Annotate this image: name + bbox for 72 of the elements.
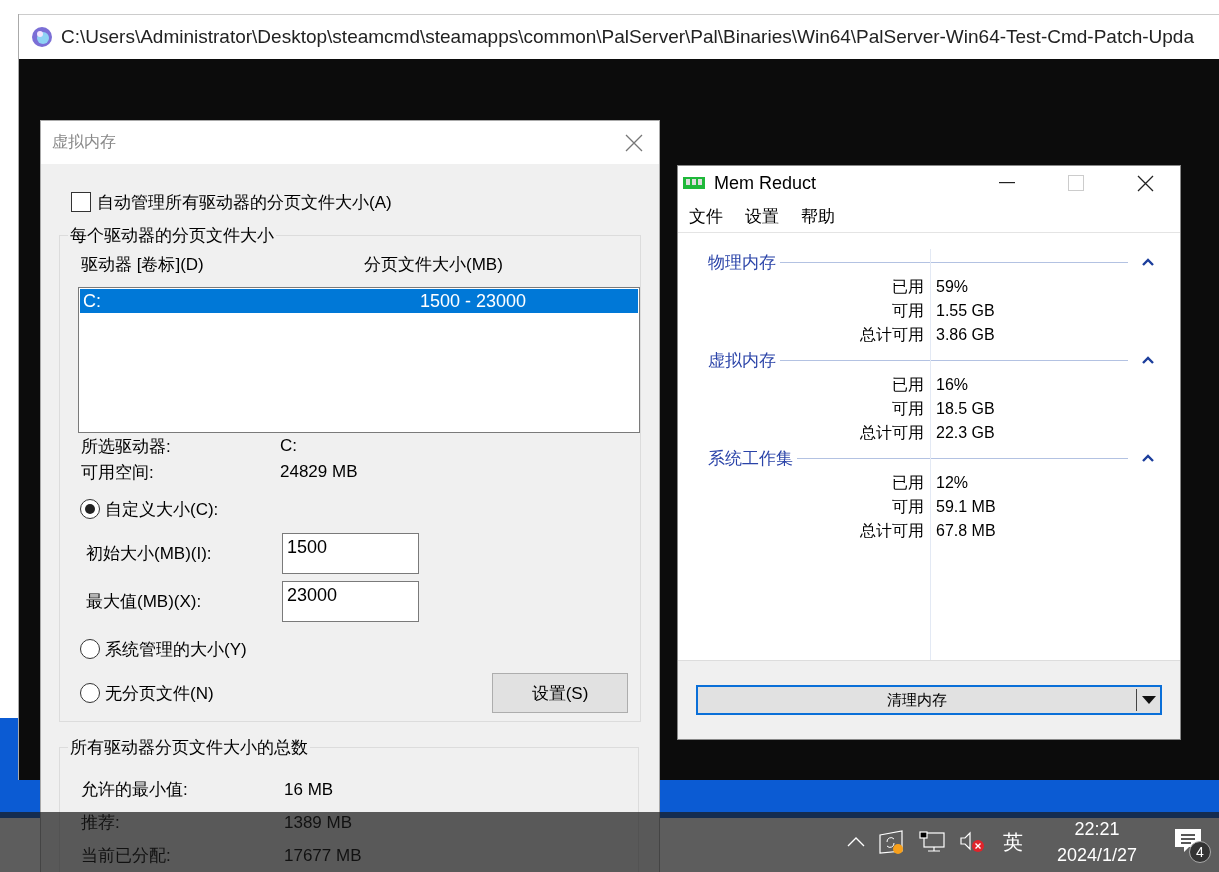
- info-value: 1389 MB: [284, 812, 353, 833]
- stat-label: 总计可用: [859, 324, 924, 345]
- info-value: 17677 MB: [284, 845, 362, 866]
- stat-value: 1.55 GB: [936, 302, 995, 320]
- info-label: 推荐:: [81, 812, 121, 834]
- stat-label: 可用: [891, 496, 924, 517]
- drive-row[interactable]: C: 1500 - 23000: [80, 289, 638, 313]
- group-title: 所有驱动器分页文件大小的总数: [69, 737, 309, 759]
- stat-value: 18.5 GB: [936, 400, 995, 418]
- window-title: Mem Reduct: [714, 172, 817, 194]
- notification-count: 4: [1189, 841, 1211, 863]
- memory-chip-icon: [683, 176, 705, 190]
- info-value: 16 MB: [284, 779, 334, 800]
- stat-label: 总计可用: [859, 422, 924, 443]
- radio-label: 自定义大小(C):: [105, 498, 219, 521]
- stat-value: 16%: [936, 376, 969, 394]
- window-title: C:\Users\Administrator\Desktop\steamcmd\steamapps\common\PalServer\Pal\Binaries\Win64\PalServer-Win64-Test-Cmd-Patch-Upda: [61, 26, 1194, 48]
- stat-label: 总计可用: [859, 520, 924, 541]
- info-value: C:: [280, 436, 297, 456]
- column-header: 分页文件大小(MB): [364, 253, 503, 276]
- stat-value: 59.1 MB: [936, 498, 996, 516]
- info-label: 允许的最小值:: [81, 779, 189, 801]
- stat-label: 已用: [891, 276, 924, 297]
- stat-value: 12%: [936, 474, 969, 492]
- dialog-title: 虚拟内存: [52, 132, 116, 152]
- field-label: 初始大小(MB)(I):: [86, 542, 213, 565]
- checkbox-label: 自动管理所有驱动器的分页文件大小(A): [97, 191, 392, 214]
- menu-item[interactable]: 设置: [745, 204, 779, 228]
- chevron-up-icon[interactable]: [1142, 356, 1154, 364]
- menu-item[interactable]: 文件: [689, 204, 723, 228]
- minimize-icon[interactable]: [999, 182, 1015, 184]
- chevron-up-icon[interactable]: [1142, 454, 1154, 462]
- stat-value: 59%: [936, 278, 969, 296]
- field-label: 最大值(MB)(X):: [86, 590, 203, 613]
- section-title: 系统工作集: [708, 447, 793, 470]
- group-title: 每个驱动器的分页文件大小: [69, 225, 275, 247]
- radio-label: 系统管理的大小(Y): [105, 638, 247, 661]
- column-header: 驱动器 [卷标](D): [81, 253, 205, 276]
- stat-label: 已用: [891, 472, 924, 493]
- input-method-indicator[interactable]: 英: [1002, 828, 1023, 856]
- chevron-up-icon[interactable]: [1142, 258, 1154, 266]
- section-title: 物理内存: [708, 251, 776, 274]
- checkbox[interactable]: [71, 192, 91, 212]
- info-label: 当前已分配:: [81, 845, 172, 867]
- sync-icon[interactable]: [878, 830, 905, 854]
- stat-label: 已用: [891, 374, 924, 395]
- close-icon[interactable]: [1137, 174, 1154, 192]
- stat-label: 可用: [891, 300, 924, 321]
- stat-value: 67.8 MB: [936, 522, 996, 540]
- menu-item[interactable]: 帮助: [801, 204, 835, 228]
- clock-date[interactable]: 2024/1/27: [1056, 842, 1137, 868]
- radio-button[interactable]: [80, 499, 100, 519]
- info-label: 所选驱动器:: [81, 435, 172, 458]
- radio-button[interactable]: [80, 639, 100, 659]
- radio-button[interactable]: [80, 683, 100, 703]
- network-icon[interactable]: [918, 831, 945, 853]
- clock-time[interactable]: 22:21: [1074, 816, 1120, 842]
- app-icon: [31, 26, 53, 48]
- section-title: 虚拟内存: [708, 349, 776, 372]
- info-label: 可用空间:: [81, 461, 155, 484]
- dropdown-icon[interactable]: [1142, 696, 1156, 704]
- stat-value: 3.86 GB: [936, 326, 995, 344]
- input-field[interactable]: 23000: [282, 580, 419, 622]
- stat-value: 22.3 GB: [936, 424, 995, 442]
- maximize-icon: [1068, 175, 1084, 191]
- set-button[interactable]: 设置(S): [492, 673, 628, 713]
- volume-muted-icon[interactable]: [958, 831, 985, 853]
- input-field[interactable]: 1500: [282, 532, 419, 574]
- stat-label: 可用: [891, 398, 924, 419]
- radio-label: 无分页文件(N): [105, 682, 214, 705]
- info-value: 24829 MB: [280, 462, 358, 482]
- clean-memory-button[interactable]: 清理内存: [696, 685, 1162, 715]
